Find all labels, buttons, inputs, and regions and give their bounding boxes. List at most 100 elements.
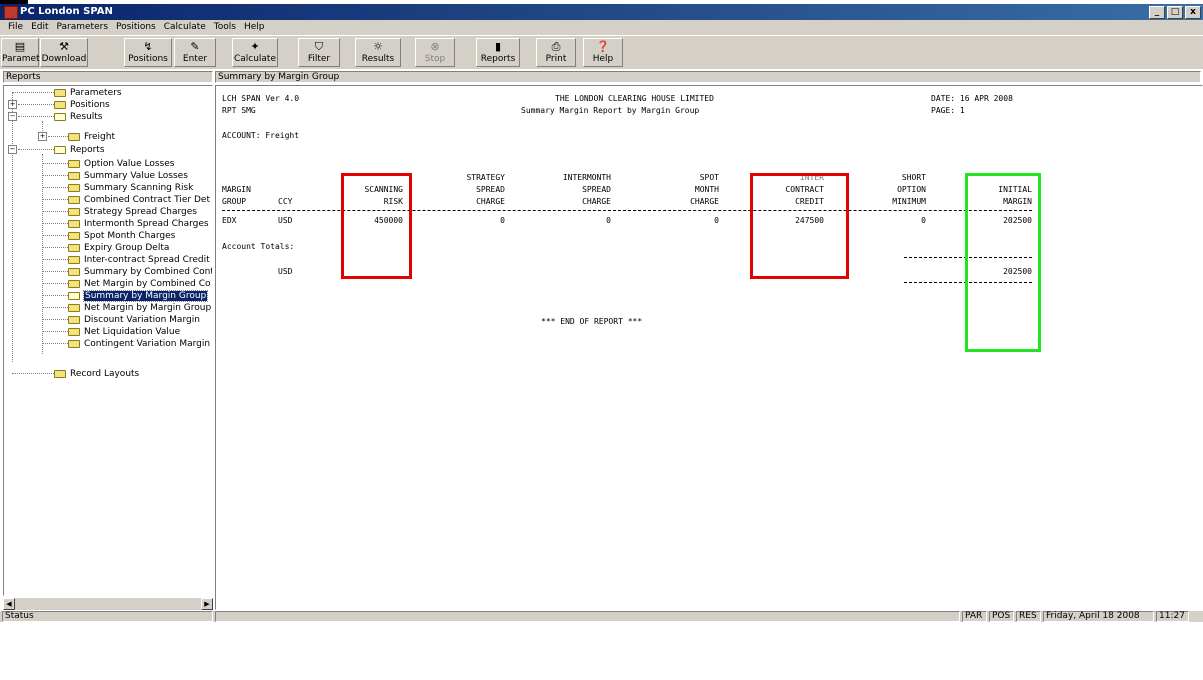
- tree-node-report-item[interactable]: Contingent Variation Margin: [68, 338, 210, 349]
- tree-node-report-item[interactable]: Summary by Margin Group: [68, 289, 209, 302]
- tree-node-record-layouts[interactable]: Record Layouts: [54, 368, 139, 379]
- title-bar: PC London SPAN _ □ x: [0, 4, 1203, 20]
- header-spot-charge: CHARGE: [690, 197, 719, 206]
- folder-icon: [68, 243, 80, 252]
- header-strategy: STRATEGY: [466, 173, 505, 182]
- tree-label: Intermonth Spread Charges: [84, 218, 209, 229]
- menu-edit[interactable]: Edit: [27, 20, 52, 35]
- tree-line: [18, 149, 54, 150]
- maximize-button[interactable]: □: [1167, 6, 1183, 19]
- close-button[interactable]: x: [1185, 6, 1201, 19]
- enter-button[interactable]: ✎ Enter: [174, 38, 216, 67]
- header-ccy: CCY: [278, 197, 293, 206]
- scroll-right-icon[interactable]: ▶: [201, 598, 213, 610]
- collapse-minus-icon[interactable]: −: [8, 112, 17, 121]
- tree-label: Spot Month Charges: [84, 230, 176, 241]
- report-date: DATE: 16 APR 2008: [931, 94, 1013, 103]
- tree-node-results[interactable]: Results: [54, 111, 103, 122]
- totals-ccy: USD: [278, 267, 293, 276]
- app-icon: [4, 6, 18, 19]
- header-strategy-charge: CHARGE: [476, 197, 505, 206]
- tree-node-report-item[interactable]: Strategy Spread Charges: [68, 206, 197, 217]
- menu-positions[interactable]: Positions: [112, 20, 160, 35]
- tree-node-report-item[interactable]: Net Margin by Combined Co: [68, 278, 211, 289]
- menu-file[interactable]: File: [4, 20, 27, 35]
- folder-icon: [68, 183, 80, 192]
- menu-help[interactable]: Help: [240, 20, 269, 35]
- expand-plus-icon[interactable]: +: [8, 100, 17, 109]
- tree-node-report-item[interactable]: Summary Value Losses: [68, 170, 188, 181]
- parameters-icon: ▤: [14, 40, 26, 53]
- tree-label: Reports: [70, 144, 105, 155]
- tree-line: [42, 235, 68, 236]
- tree-node-report-item[interactable]: Summary Scanning Risk: [68, 182, 193, 193]
- filter-button[interactable]: ⛉ Filter: [298, 38, 340, 67]
- end-of-report: *** END OF REPORT ***: [541, 317, 643, 326]
- folder-icon: [68, 303, 80, 312]
- report-view: LCH SPAN Ver 4.0 RPT SMG THE LONDON CLEA…: [215, 85, 1203, 610]
- tree-pane-header: Reports: [3, 71, 213, 83]
- tree-line: [42, 271, 68, 272]
- header-option: OPTION: [897, 185, 926, 194]
- folder-icon: [68, 207, 80, 216]
- toolbar: ▤ Parameters ⚒ Download ↯ Positions ✎ En…: [0, 35, 1203, 69]
- tree-line: [18, 104, 54, 105]
- tree-line: [12, 92, 13, 362]
- tree-line: [42, 199, 68, 200]
- tree-label: Record Layouts: [70, 368, 140, 379]
- menu-bar: File Edit Parameters Positions Calculate…: [0, 20, 1203, 35]
- filter-label: Filter: [307, 54, 331, 64]
- expand-plus-icon[interactable]: +: [38, 132, 47, 141]
- tree-node-freight[interactable]: Freight: [68, 131, 115, 142]
- row-intermonth: 0: [606, 216, 611, 225]
- reports-button[interactable]: ▮ Reports: [476, 38, 520, 67]
- tree-node-report-item[interactable]: Net Liquidation Value: [68, 326, 180, 337]
- tree-node-report-item[interactable]: Option Value Losses: [68, 158, 174, 169]
- tree-label: Net Margin by Combined Co: [84, 278, 211, 289]
- parameters-button[interactable]: ▤ Parameters: [1, 38, 54, 67]
- positions-button[interactable]: ↯ Positions: [124, 38, 172, 67]
- download-button[interactable]: ⚒ Download: [40, 38, 88, 67]
- folder-icon: [54, 100, 66, 109]
- report-tree[interactable]: Parameters + Positions − Results + Freig…: [3, 85, 213, 596]
- scroll-left-icon[interactable]: ◀: [3, 598, 15, 610]
- menu-calculate[interactable]: Calculate: [160, 20, 210, 35]
- tree-node-report-item[interactable]: Net Margin by Margin Group: [68, 302, 211, 313]
- tree-node-reports[interactable]: Reports: [54, 144, 105, 155]
- tree-line: [42, 283, 68, 284]
- tree-node-parameters[interactable]: Parameters: [54, 87, 122, 98]
- report-organization: THE LONDON CLEARING HOUSE LIMITED: [555, 94, 714, 103]
- tree-node-positions[interactable]: Positions: [54, 99, 110, 110]
- tree-node-report-item[interactable]: Combined Contract Tier Det: [68, 194, 210, 205]
- minimize-button[interactable]: _: [1149, 6, 1165, 19]
- collapse-minus-icon[interactable]: −: [8, 145, 17, 154]
- status-res: RES: [1016, 611, 1041, 622]
- tree-line: [42, 187, 68, 188]
- tree-label: Parameters: [70, 87, 122, 98]
- tree-node-report-item[interactable]: Inter-contract Spread Credit: [68, 254, 210, 265]
- print-button[interactable]: ⎙ Print: [536, 38, 576, 67]
- tree-line: [42, 295, 68, 296]
- report-title: Summary Margin Report by Margin Group: [521, 106, 700, 115]
- menu-parameters[interactable]: Parameters: [53, 20, 113, 35]
- results-button[interactable]: ☼ Results: [355, 38, 401, 67]
- tree-horizontal-scrollbar[interactable]: ◀ ▶: [3, 598, 213, 610]
- folder-icon: [68, 339, 80, 348]
- tree-node-report-item[interactable]: Intermonth Spread Charges: [68, 218, 209, 229]
- calculate-button[interactable]: ✦ Calculate: [232, 38, 278, 67]
- row-group: EDX: [222, 216, 237, 225]
- stop-button[interactable]: ⊗ Stop: [415, 38, 455, 67]
- tree-node-report-item[interactable]: Summary by Combined Cont: [68, 266, 212, 277]
- tree-node-report-item[interactable]: Expiry Group Delta: [68, 242, 169, 253]
- calculate-icon: ✦: [250, 40, 260, 53]
- open-folder-icon: [54, 112, 66, 121]
- menu-tools[interactable]: Tools: [210, 20, 240, 35]
- help-button[interactable]: ❓ Help: [583, 38, 623, 67]
- header-spot: SPOT: [699, 173, 719, 182]
- status-message-panel: [215, 611, 960, 622]
- inter-contract-highlight: [750, 173, 849, 279]
- tree-node-report-item[interactable]: Spot Month Charges: [68, 230, 175, 241]
- report-account: ACCOUNT: Freight: [222, 131, 300, 140]
- tree-node-report-item[interactable]: Discount Variation Margin: [68, 314, 200, 325]
- parameters-label: Parameters: [2, 54, 54, 64]
